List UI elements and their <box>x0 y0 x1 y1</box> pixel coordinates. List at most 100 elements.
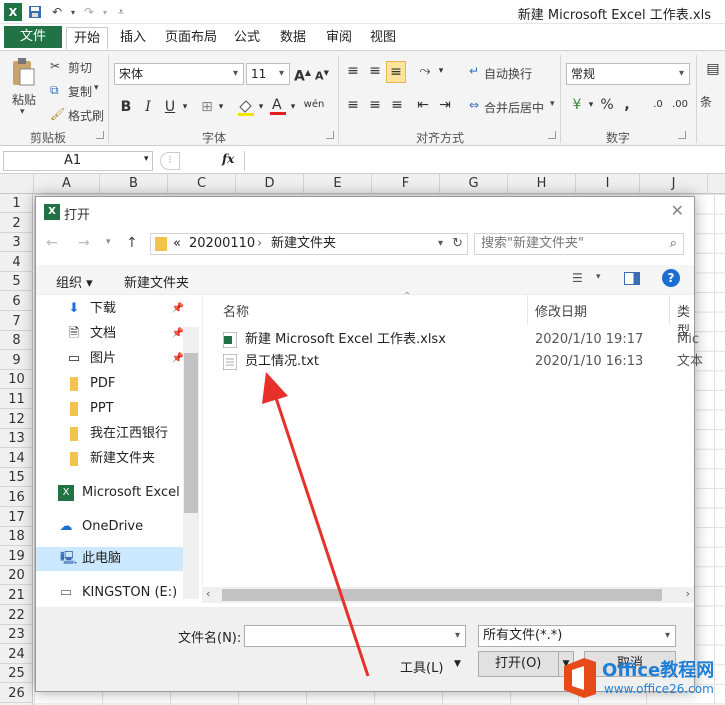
address-bar[interactable]: « 20200110 › 新建文件夹 ▾ ↻ <box>150 233 468 255</box>
save-icon[interactable] <box>26 3 44 21</box>
phonetic-icon[interactable]: wén <box>302 95 326 117</box>
fill-color-dropdown-icon[interactable]: ▾ <box>256 97 266 119</box>
nav-item-pictures[interactable]: ▭ 图片 📌 <box>48 347 188 371</box>
font-color-icon[interactable]: A <box>268 95 288 117</box>
row-header[interactable]: 5 <box>0 272 33 292</box>
row-header[interactable]: 9 <box>0 351 33 370</box>
clipboard-launcher-icon[interactable] <box>96 131 104 139</box>
wrap-text-button[interactable]: 自动换行 <box>484 65 532 82</box>
column-name-header[interactable]: 名称 <box>223 301 249 320</box>
row-header[interactable]: 7 <box>0 312 33 331</box>
nav-item-this-pc[interactable]: 🖳 此电脑 <box>36 547 184 571</box>
increase-indent-icon[interactable]: ⇥ <box>436 95 454 117</box>
column-header[interactable]: E <box>304 174 372 194</box>
orientation-icon[interactable]: ⤳ <box>414 61 436 83</box>
increase-decimal-icon[interactable]: .0 <box>648 95 668 117</box>
row-header[interactable]: 22 <box>0 606 33 625</box>
merge-center-button[interactable]: 合并后居中 <box>484 99 544 116</box>
nav-item-new-folder[interactable]: 新建文件夹 <box>48 447 188 471</box>
column-date-header[interactable]: 修改日期 <box>535 301 587 320</box>
view-options-icon[interactable]: ☰ <box>572 271 583 285</box>
nav-item-documents[interactable]: 🗎 文档 📌 <box>48 322 188 346</box>
row-header[interactable]: 10 <box>0 370 33 390</box>
percent-icon[interactable]: % <box>598 95 616 117</box>
row-header[interactable]: 19 <box>0 547 33 566</box>
recent-locations-icon[interactable]: ▾ <box>106 237 111 247</box>
column-header[interactable]: G <box>440 174 508 194</box>
tools-button[interactable]: 工具(L) <box>400 657 443 676</box>
border-icon[interactable]: ⊞ <box>198 97 216 119</box>
format-painter-button[interactable]: 格式刷 <box>68 107 104 124</box>
file-row[interactable]: 新建 Microsoft Excel 工作表.xlsx 2020/1/10 19… <box>203 329 699 351</box>
select-all-corner[interactable] <box>0 174 34 194</box>
name-box[interactable]: A1 <box>3 151 153 171</box>
tab-insert[interactable]: 插入 <box>116 27 150 49</box>
align-left-icon[interactable]: ≡ <box>344 95 362 117</box>
currency-dropdown-icon[interactable]: ▾ <box>586 95 596 117</box>
column-header[interactable]: J <box>640 174 708 194</box>
customize-toolbar-icon[interactable]: ⩡ <box>112 3 130 21</box>
row-header[interactable]: 13 <box>0 429 33 449</box>
column-header[interactable]: F <box>372 174 440 194</box>
organize-button[interactable]: 组织 ▾ <box>56 272 93 291</box>
row-header[interactable]: 12 <box>0 410 33 429</box>
horizontal-scroll-thumb[interactable] <box>222 589 662 601</box>
tab-review[interactable]: 审阅 <box>322 27 356 49</box>
chevron-down-icon[interactable]: ▾ <box>455 626 460 646</box>
alignment-launcher-icon[interactable] <box>548 131 556 139</box>
conditional-format-icon[interactable]: ▤ <box>704 59 722 89</box>
copy-icon[interactable]: ⧉ <box>50 83 59 98</box>
nav-scroll-thumb[interactable] <box>184 353 198 513</box>
grow-font-icon[interactable]: A▲ <box>294 63 311 85</box>
column-header[interactable]: I <box>576 174 640 194</box>
align-middle-icon[interactable]: ≡ <box>366 61 384 83</box>
orientation-dropdown-icon[interactable]: ▾ <box>436 61 446 83</box>
insert-function-icon[interactable]: fx <box>222 152 234 166</box>
align-top-icon[interactable]: ≡ <box>344 61 362 83</box>
nav-item-ppt[interactable]: PPT <box>48 397 188 421</box>
wrap-text-icon[interactable]: ↵ <box>464 61 484 83</box>
scroll-left-icon[interactable]: ‹ <box>206 587 210 600</box>
search-input[interactable]: 搜索"新建文件夹" ⌕ <box>474 233 684 255</box>
row-header[interactable]: 23 <box>0 625 33 645</box>
tab-page-layout[interactable]: 页面布局 <box>160 27 222 49</box>
filename-input[interactable]: ▾ <box>244 625 466 647</box>
new-folder-button[interactable]: 新建文件夹 <box>124 272 189 291</box>
row-header[interactable]: 17 <box>0 508 33 527</box>
merge-dropdown-icon[interactable]: ▾ <box>550 99 555 109</box>
nav-item-kingston-drive[interactable]: ▭ KINGSTON (E:) <box>40 581 180 605</box>
row-header[interactable]: 20 <box>0 566 33 586</box>
row-header[interactable]: 11 <box>0 390 33 409</box>
align-center-icon[interactable]: ≡ <box>366 95 384 117</box>
up-icon[interactable]: ↑ <box>126 235 138 251</box>
font-launcher-icon[interactable] <box>326 131 334 139</box>
collapse-icon[interactable]: ⁝ <box>160 152 180 170</box>
comma-style-icon[interactable]: , <box>620 95 634 117</box>
row-header[interactable]: 14 <box>0 449 33 468</box>
name-box-dropdown-icon[interactable]: ▾ <box>144 154 149 164</box>
tab-home[interactable]: 开始 <box>66 27 108 49</box>
bold-icon[interactable]: B <box>118 97 134 119</box>
nav-item-microsoft-excel[interactable]: X Microsoft Excel <box>40 481 190 505</box>
tab-file[interactable]: 文件 <box>4 26 62 48</box>
cut-button[interactable]: 剪切 <box>68 59 92 76</box>
column-header[interactable]: C <box>168 174 236 194</box>
horizontal-scrollbar[interactable]: ‹ › <box>202 587 694 603</box>
help-icon[interactable]: ? <box>662 269 680 287</box>
nav-scrollbar[interactable] <box>183 327 199 599</box>
filetype-select[interactable]: 所有文件(*.*) ▾ <box>478 625 676 647</box>
font-size-select[interactable]: 11 ▾ <box>246 63 290 85</box>
row-header[interactable]: 3 <box>0 233 33 253</box>
tab-view[interactable]: 视图 <box>366 27 400 49</box>
decrease-decimal-icon[interactable]: .00 <box>670 95 690 117</box>
file-row[interactable]: 员工情况.txt 2020/1/10 16:13 文本 <box>203 351 703 373</box>
paste-dropdown-icon[interactable]: ▾ <box>20 107 25 117</box>
font-color-dropdown-icon[interactable]: ▾ <box>288 97 298 119</box>
conditional-format-label[interactable]: 条 <box>700 93 712 110</box>
row-header[interactable]: 18 <box>0 527 33 547</box>
preview-pane-icon[interactable] <box>624 272 640 285</box>
row-header[interactable]: 25 <box>0 664 33 684</box>
tab-data[interactable]: 数据 <box>276 27 310 49</box>
row-header[interactable]: 6 <box>0 292 33 311</box>
close-icon[interactable]: ✕ <box>671 201 684 220</box>
